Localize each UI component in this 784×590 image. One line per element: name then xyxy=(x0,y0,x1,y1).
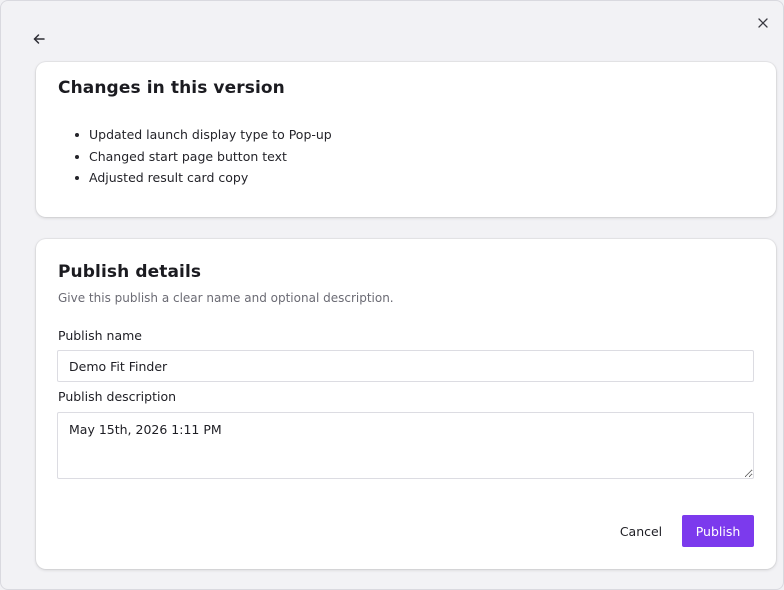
publish-details-title: Publish details xyxy=(58,262,202,282)
publish-modal: Changes in this version Updated launch d… xyxy=(0,0,784,590)
changes-list: Updated launch display type to Pop-up Ch… xyxy=(72,124,332,189)
list-item: Adjusted result card copy xyxy=(72,167,332,189)
publish-description-label: Publish description xyxy=(58,389,177,404)
publish-name-label: Publish name xyxy=(58,328,142,343)
changes-card: Changes in this version Updated launch d… xyxy=(36,62,776,217)
publish-button[interactable]: Publish xyxy=(682,515,754,547)
publish-details-subtitle: Give this publish a clear name and optio… xyxy=(58,291,394,305)
list-item: Changed start page button text xyxy=(72,146,332,168)
cancel-button[interactable]: Cancel xyxy=(611,515,671,547)
close-icon xyxy=(758,18,768,28)
publish-name-input[interactable] xyxy=(57,350,754,382)
back-button[interactable] xyxy=(28,28,50,50)
arrow-left-icon xyxy=(33,34,45,44)
publish-description-input[interactable]: May 15th, 2026 1:11 PM xyxy=(57,412,754,479)
close-button[interactable] xyxy=(752,12,774,34)
changes-title: Changes in this version xyxy=(58,78,285,98)
list-item: Updated launch display type to Pop-up xyxy=(72,124,332,146)
publish-details-card: Publish details Give this publish a clea… xyxy=(36,239,776,569)
